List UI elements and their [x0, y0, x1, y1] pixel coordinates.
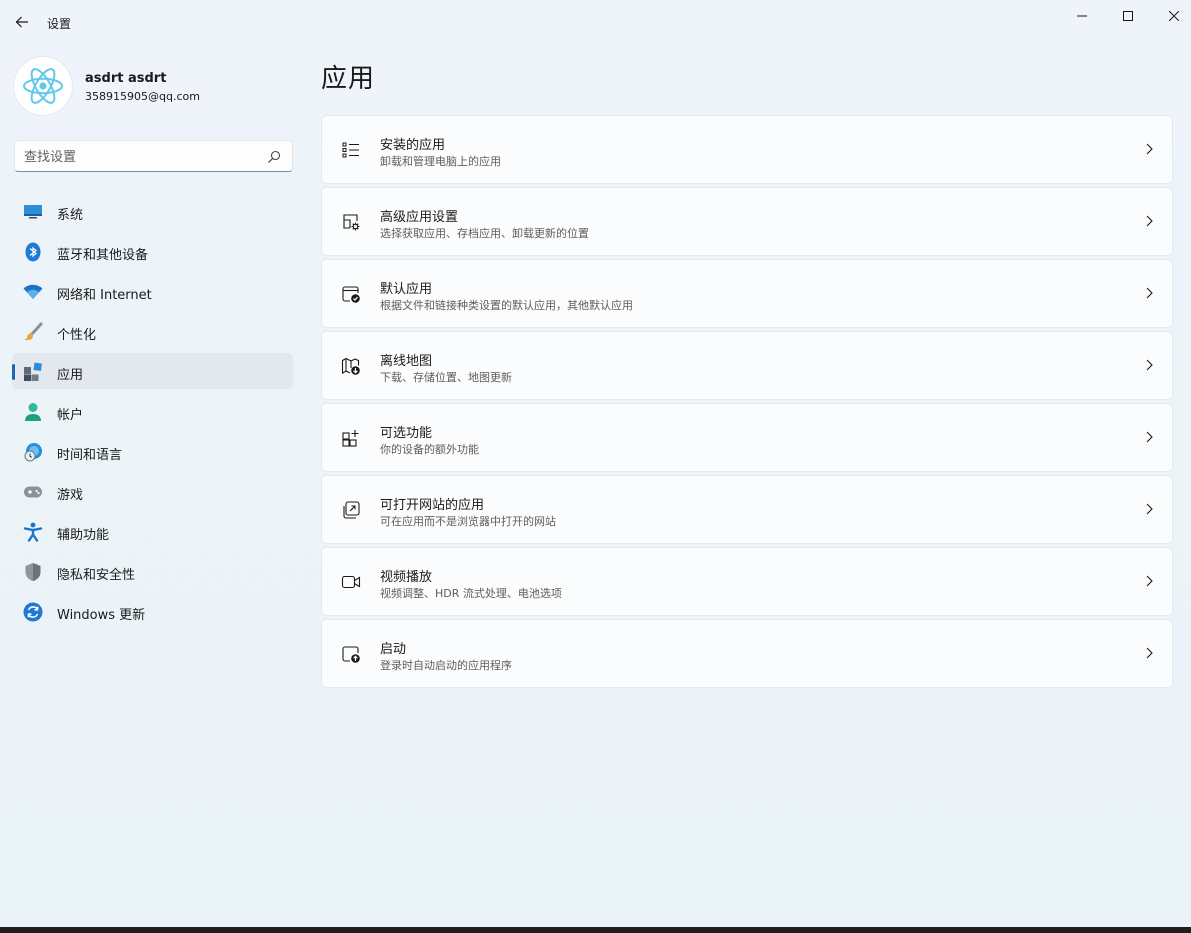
account-icon [22, 401, 44, 423]
search-box[interactable] [14, 140, 293, 172]
chevron-right-icon [1146, 143, 1153, 155]
card-title: 视频播放 [380, 570, 433, 585]
taskbar-edge [0, 927, 1191, 933]
card-title: 安装的应用 [380, 138, 446, 153]
offline-map-icon [340, 355, 362, 377]
close-button[interactable] [1151, 0, 1191, 32]
card-title: 离线地图 [380, 354, 433, 369]
brush-icon [22, 321, 44, 343]
maximize-button[interactable] [1105, 0, 1151, 32]
sidebar-item-label: 隐私和安全性 [57, 568, 136, 583]
sidebar-item-privacy-security[interactable]: 隐私和安全性 [12, 553, 293, 589]
card-default-apps[interactable]: 默认应用 根据文件和链接种类设置的默认应用，其他默认应用 [321, 259, 1173, 328]
video-icon [340, 571, 362, 593]
sidebar-item-label: 帐户 [57, 408, 84, 423]
chevron-right-icon [1146, 287, 1153, 299]
avatar[interactable] [14, 57, 72, 115]
search-input[interactable] [24, 148, 254, 166]
maximize-icon [1123, 11, 1133, 21]
chevron-right-icon [1146, 503, 1153, 515]
sidebar-item-system[interactable]: 系统 [12, 193, 293, 229]
card-video-playback[interactable]: 视频播放 视频调整、HDR 流式处理、电池选项 [321, 547, 1173, 616]
sidebar-item-label: 蓝牙和其他设备 [57, 248, 149, 263]
app-settings-icon [340, 211, 362, 233]
card-title: 可打开网站的应用 [380, 498, 485, 513]
back-button[interactable] [8, 8, 36, 36]
startup-icon [340, 643, 362, 665]
optional-features-icon [340, 427, 362, 449]
react-logo-icon [23, 68, 63, 104]
sidebar-item-label: 个性化 [57, 328, 97, 343]
sidebar-item-label: 网络和 Internet [57, 288, 152, 303]
chevron-right-icon [1146, 215, 1153, 227]
card-title: 默认应用 [380, 282, 433, 297]
chevron-right-icon [1146, 359, 1153, 371]
sidebar-item-label: 系统 [57, 208, 84, 223]
card-offline-maps[interactable]: 离线地图 下载、存储位置、地图更新 [321, 331, 1173, 400]
close-icon [1169, 11, 1179, 21]
sidebar-item-bluetooth[interactable]: 蓝牙和其他设备 [12, 233, 293, 269]
card-startup[interactable]: 启动 登录时自动启动的应用程序 [321, 619, 1173, 688]
card-subtitle: 视频调整、HDR 流式处理、电池选项 [380, 587, 562, 600]
card-title: 启动 [380, 642, 407, 657]
active-indicator [12, 364, 15, 380]
page-title: 应用 [321, 64, 376, 94]
title-bar: 设置 [0, 0, 1191, 46]
card-subtitle: 根据文件和链接种类设置的默认应用，其他默认应用 [380, 299, 633, 312]
open-website-icon [340, 499, 362, 521]
card-subtitle: 选择获取应用、存档应用、卸载更新的位置 [380, 227, 589, 240]
wifi-icon [22, 281, 44, 303]
gamepad-icon [22, 481, 44, 503]
minimize-button[interactable] [1059, 0, 1105, 32]
list-icon [340, 139, 362, 161]
sidebar-item-network[interactable]: 网络和 Internet [12, 273, 293, 309]
chevron-right-icon [1146, 647, 1153, 659]
sidebar-item-label: 辅助功能 [57, 528, 110, 543]
card-apps-for-websites[interactable]: 可打开网站的应用 可在应用而不是浏览器中打开的网站 [321, 475, 1173, 544]
sidebar-item-label: 游戏 [57, 488, 84, 503]
bluetooth-icon [22, 241, 44, 263]
chevron-right-icon [1146, 575, 1153, 587]
accessibility-icon [22, 521, 44, 543]
card-title: 可选功能 [380, 426, 433, 441]
card-optional-features[interactable]: 可选功能 你的设备的额外功能 [321, 403, 1173, 472]
card-advanced-app-settings[interactable]: 高级应用设置 选择获取应用、存档应用、卸载更新的位置 [321, 187, 1173, 256]
sidebar-item-apps[interactable]: 应用 [12, 353, 293, 389]
sidebar-item-accounts[interactable]: 帐户 [12, 393, 293, 429]
back-arrow-icon [15, 16, 28, 28]
sidebar-item-label: Windows 更新 [57, 608, 146, 623]
app-title: 设置 [47, 17, 72, 31]
sidebar-nav: 系统 蓝牙和其他设备 网络和 Internet 个性化 应用 帐户 时间和语言 … [12, 193, 293, 633]
sidebar-item-windows-update[interactable]: Windows 更新 [12, 593, 293, 629]
card-subtitle: 登录时自动启动的应用程序 [380, 659, 512, 672]
user-email: 358915905@qq.com [85, 90, 200, 103]
shield-icon [22, 561, 44, 583]
sidebar-item-accessibility[interactable]: 辅助功能 [12, 513, 293, 549]
card-subtitle: 可在应用而不是浏览器中打开的网站 [380, 515, 556, 528]
minimize-icon [1077, 15, 1087, 17]
update-icon [22, 601, 44, 623]
display-icon [22, 201, 44, 223]
sidebar-item-gaming[interactable]: 游戏 [12, 473, 293, 509]
sidebar-item-label: 应用 [57, 368, 84, 383]
sidebar-item-time-language[interactable]: 时间和语言 [12, 433, 293, 469]
card-subtitle: 下载、存储位置、地图更新 [380, 371, 512, 384]
card-installed-apps[interactable]: 安装的应用 卸载和管理电脑上的应用 [321, 115, 1173, 184]
card-title: 高级应用设置 [380, 210, 459, 225]
globe-clock-icon [22, 441, 44, 463]
sidebar-item-label: 时间和语言 [57, 448, 123, 463]
card-subtitle: 卸载和管理电脑上的应用 [380, 155, 501, 168]
default-app-icon [340, 283, 362, 305]
chevron-right-icon [1146, 431, 1153, 443]
user-name: asdrt asdrt [85, 71, 167, 86]
search-icon[interactable] [267, 150, 281, 164]
apps-icon [22, 361, 44, 383]
settings-card-list: 安装的应用 卸载和管理电脑上的应用 高级应用设置 选择获取应用、存档应用、卸载更… [321, 115, 1173, 691]
sidebar-item-personalization[interactable]: 个性化 [12, 313, 293, 349]
card-subtitle: 你的设备的额外功能 [380, 443, 479, 456]
